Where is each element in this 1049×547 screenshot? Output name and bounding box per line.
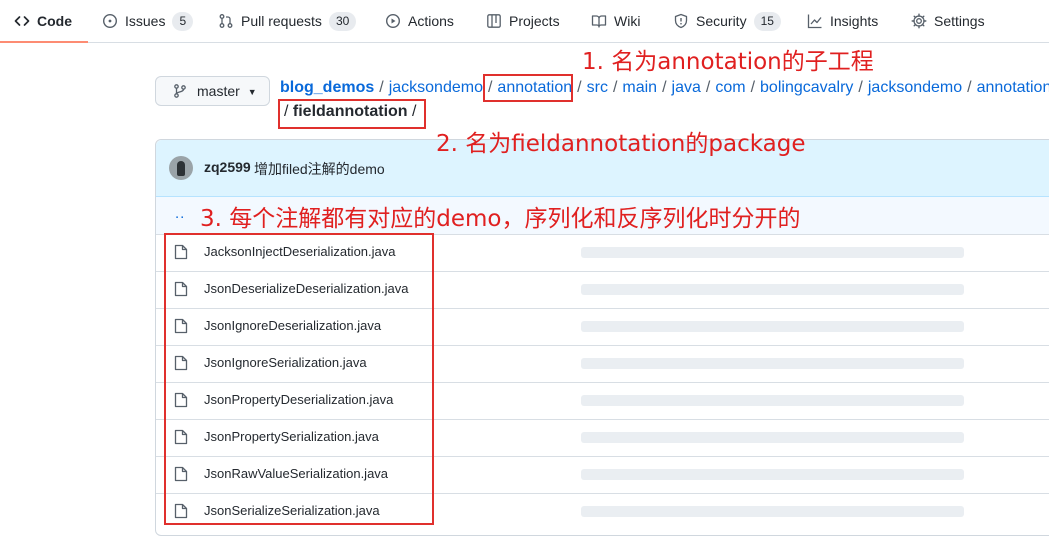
breadcrumb-link[interactable]: bolingcavalry xyxy=(760,79,853,96)
issue-opened-icon xyxy=(102,13,118,29)
breadcrumb-link[interactable]: jacksondemo xyxy=(868,79,962,96)
breadcrumb-link[interactable]: com xyxy=(715,79,745,96)
breadcrumb-separator: / xyxy=(662,79,667,96)
breadcrumb: blog_demos / jacksondemo / annotation / src / ma… xyxy=(280,78,1049,98)
avatar[interactable] xyxy=(169,156,193,180)
tab-label: Projects xyxy=(509,13,560,29)
loading-placeholder xyxy=(581,284,964,295)
code-icon xyxy=(14,13,30,29)
tab-pull-requests[interactable]: Pull requests 30 xyxy=(218,0,357,42)
commit-author-link[interactable]: zq2599 xyxy=(204,159,251,175)
tab-issues[interactable]: Issues 5 xyxy=(102,0,194,42)
breadcrumb-separator: / xyxy=(858,79,863,96)
highlight-file-list xyxy=(164,233,434,525)
highlight-fieldannotation-package xyxy=(278,99,426,129)
tab-label: Wiki xyxy=(614,13,641,29)
loading-placeholder xyxy=(581,432,964,443)
tab-settings[interactable]: Settings xyxy=(911,0,985,42)
annotation-note-2: 2. 名为fieldannotation的package xyxy=(436,131,806,157)
graph-icon xyxy=(807,13,823,29)
tab-label: Code xyxy=(37,13,72,29)
breadcrumb-link[interactable]: annotation xyxy=(977,79,1049,96)
breadcrumb-separator: / xyxy=(379,79,384,96)
tab-projects[interactable]: Projects xyxy=(486,0,560,42)
breadcrumb-link[interactable]: jacksondemo xyxy=(389,79,483,96)
tab-insights[interactable]: Insights xyxy=(807,0,878,42)
annotation-note-3: 3. 每个注解都有对应的demo，序列化和反序列化时分开的 xyxy=(200,206,801,232)
shield-icon xyxy=(673,13,689,29)
tab-label: Settings xyxy=(934,13,985,29)
tab-security[interactable]: Security 15 xyxy=(673,0,781,42)
breadcrumb-separator: / xyxy=(577,79,582,96)
breadcrumb-separator: / xyxy=(750,79,756,96)
annotation-note-1: 1. 名为annotation的子工程 xyxy=(582,49,874,75)
loading-placeholder xyxy=(581,469,964,480)
tab-label: Issues xyxy=(125,13,166,29)
tab-code[interactable]: Code xyxy=(0,0,88,43)
highlight-annotation-folder xyxy=(483,74,573,102)
branch-selector-button[interactable]: master ▼ xyxy=(155,76,270,106)
issues-count-badge: 5 xyxy=(172,11,194,31)
breadcrumb-link[interactable]: main xyxy=(622,79,657,96)
loading-placeholder xyxy=(581,395,964,406)
gear-icon xyxy=(911,13,927,29)
commit-message[interactable]: 增加filed注解的demo xyxy=(254,159,385,179)
parent-directory-link[interactable]: .. xyxy=(175,205,185,222)
tab-label: Insights xyxy=(830,13,879,29)
loading-placeholder xyxy=(581,247,964,258)
tab-wiki[interactable]: Wiki xyxy=(591,0,640,42)
table-icon xyxy=(486,13,502,29)
security-count-badge: 15 xyxy=(753,11,781,31)
play-icon xyxy=(385,13,401,29)
breadcrumb-link[interactable]: java xyxy=(672,79,701,96)
caret-down-icon: ▼ xyxy=(247,87,257,97)
git-branch-icon xyxy=(172,83,188,99)
loading-placeholder xyxy=(581,358,964,369)
breadcrumb-root-link[interactable]: blog_demos xyxy=(280,79,374,96)
loading-placeholder xyxy=(581,506,964,517)
breadcrumb-separator: / xyxy=(705,79,711,96)
tab-actions[interactable]: Actions xyxy=(385,0,454,42)
breadcrumb-separator: / xyxy=(612,79,618,96)
breadcrumb-link[interactable]: src xyxy=(587,79,608,96)
book-icon xyxy=(591,13,607,29)
tab-label: Security xyxy=(696,13,747,29)
loading-placeholder xyxy=(581,321,964,332)
repo-nav: Code Issues 5 Pull requests 30 Actions P… xyxy=(0,0,1049,43)
tab-label: Pull requests xyxy=(241,13,322,29)
tab-label: Actions xyxy=(408,13,454,29)
pull-requests-count-badge: 30 xyxy=(328,11,357,31)
branch-name: master xyxy=(197,83,240,99)
git-pull-request-icon xyxy=(218,13,234,29)
breadcrumb-separator: / xyxy=(967,79,972,96)
